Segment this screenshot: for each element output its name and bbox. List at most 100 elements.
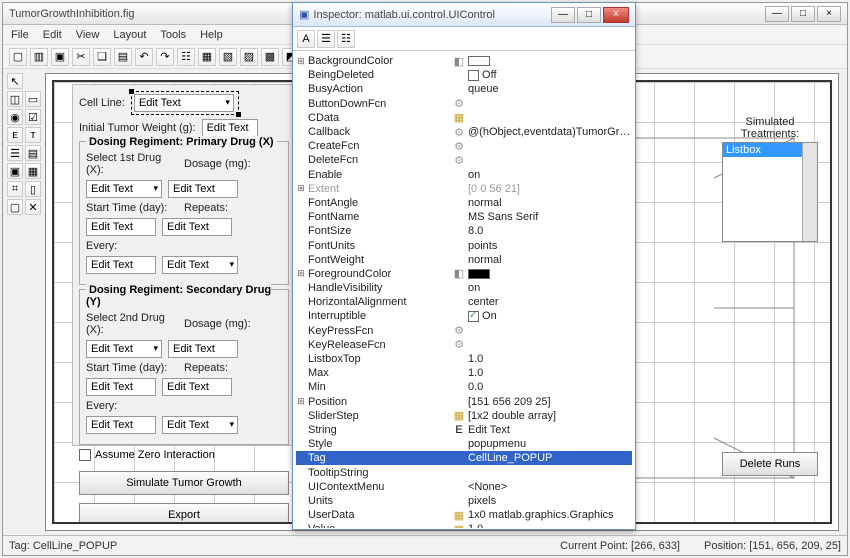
matrix-icon[interactable]: ▦ [452,509,466,522]
grouping-icon[interactable]: ☷ [337,30,355,48]
property-row-deletefcn[interactable]: DeleteFcn⚙ [296,153,632,167]
property-row-sliderstep[interactable]: SliderStep▦[1x2 double array] [296,409,632,423]
property-value[interactable]: 1.0 [466,353,632,365]
inspector-minimize-button[interactable]: — [551,7,575,23]
radio-tool-icon[interactable]: ◉ [7,109,23,125]
gear-icon[interactable]: ⚙ [452,126,466,139]
property-value[interactable]: 1.0 [466,367,632,379]
menu-file[interactable]: File [11,29,29,41]
property-row-min[interactable]: Min0.0 [296,380,632,394]
simulate-button[interactable]: Simulate Tumor Growth [79,471,289,495]
property-value[interactable]: popupmenu [466,438,632,450]
delete-runs-button[interactable]: Delete Runs [722,452,818,476]
tab-order-icon[interactable]: ▧ [219,48,237,66]
property-row-units[interactable]: Unitspixels [296,494,632,508]
menu-tools[interactable]: Tools [160,29,186,41]
matrix-icon[interactable]: ▦ [452,409,466,422]
gear-icon[interactable]: ⚙ [452,140,466,153]
gear-icon[interactable]: ⚙ [452,338,466,351]
expand-icon[interactable]: ⊞ [296,268,306,279]
gear-icon[interactable]: ⚙ [452,97,466,110]
open-icon[interactable]: ▥ [30,48,48,66]
start-time2-field[interactable]: Edit Text [86,378,156,396]
property-row-keypressfcn[interactable]: KeyPressFcn⚙ [296,324,632,338]
property-row-string[interactable]: StringEEdit Text [296,423,632,437]
property-row-fontangle[interactable]: FontAnglenormal [296,196,632,210]
gear-icon[interactable]: ⚙ [452,154,466,167]
property-row-backgroundcolor[interactable]: ⊞BackgroundColor◧ [296,54,632,68]
text-tool-icon[interactable]: ᴛ [25,127,41,143]
property-value[interactable]: [1x2 double array] [466,410,632,422]
property-value[interactable]: Off [466,69,632,81]
treatments-listbox[interactable]: Listbox [722,142,818,242]
property-value[interactable]: Edit Text [466,424,632,436]
property-value[interactable] [466,55,632,67]
property-value[interactable]: 1x0 matlab.graphics.Graphics [466,509,632,521]
repeats1-field[interactable]: Edit Text [162,218,232,236]
checkbox-tool-icon[interactable]: ☑ [25,109,41,125]
string-editor-icon[interactable]: E [452,424,466,436]
activex-tool-icon[interactable]: ✕ [25,199,41,215]
property-row-createfcn[interactable]: CreateFcn⚙ [296,139,632,153]
property-value[interactable]: 8.0 [466,225,632,237]
paint-icon[interactable]: ◧ [452,267,466,280]
gear-icon[interactable]: ⚙ [452,324,466,337]
property-value[interactable]: MS Sans Serif [466,211,632,223]
popup-tool-icon[interactable]: ☰ [7,145,23,161]
panel-tool-icon[interactable]: ▯ [25,181,41,197]
property-row-handlevisibility[interactable]: HandleVisibilityon [296,281,632,295]
property-row-buttondownfcn[interactable]: ButtonDownFcn⚙ [296,97,632,111]
property-row-tooltipstring[interactable]: TooltipString [296,465,632,479]
property-value[interactable]: On [466,310,632,322]
property-row-fontweight[interactable]: FontWeightnormal [296,253,632,267]
property-row-fontname[interactable]: FontNameMS Sans Serif [296,210,632,224]
copy-icon[interactable]: ❏ [93,48,111,66]
slider-tool-icon[interactable]: ▭ [25,91,41,107]
property-row-max[interactable]: Max1.0 [296,366,632,380]
inspector-property-list[interactable]: ⊞BackgroundColor◧BeingDeleted OffBusyAct… [294,52,634,528]
align-icon[interactable]: ☷ [177,48,195,66]
menu-layout[interactable]: Layout [113,29,146,41]
cell-line-popup-selected[interactable]: Edit Text [131,91,239,115]
every1-field[interactable]: Edit Text [86,256,156,274]
property-row-style[interactable]: Stylepopupmenu [296,437,632,451]
matrix-icon[interactable]: ▦ [452,523,466,528]
property-value[interactable]: 1.0 [466,523,632,528]
repeats2-field[interactable]: Edit Text [162,378,232,396]
property-row-fontunits[interactable]: FontUnitspoints [296,238,632,252]
property-row-position[interactable]: ⊞Position[151 656 209 25] [296,395,632,409]
dosage1-field[interactable]: Edit Text [168,180,238,198]
every2-field[interactable]: Edit Text [86,416,156,434]
inspector-maximize-button[interactable]: □ [577,7,601,23]
property-row-uicontextmenu[interactable]: UIContextMenu<None> [296,480,632,494]
property-value[interactable]: queue [466,83,632,95]
property-row-interruptible[interactable]: Interruptible On [296,309,632,323]
property-value[interactable]: on [466,169,632,181]
property-value[interactable]: on [466,282,632,294]
save-icon[interactable]: ▣ [51,48,69,66]
select-tool-icon[interactable]: ↖ [7,73,23,89]
cell-line-popup[interactable]: Edit Text [134,94,234,112]
property-row-fontsize[interactable]: FontSize8.0 [296,224,632,238]
expand-icon[interactable]: ⊞ [296,396,306,407]
maximize-button[interactable]: □ [791,6,815,22]
sort-alpha-icon[interactable]: A [297,30,315,48]
expand-icon[interactable]: ⊞ [296,183,306,194]
property-row-tag[interactable]: TagCellLine_POPUP [296,451,632,465]
property-value[interactable]: [151 656 209 25] [466,396,632,408]
property-value[interactable]: points [466,240,632,252]
inspector-window[interactable]: ▣ Inspector: matlab.ui.control.UIControl… [292,2,636,530]
cut-icon[interactable]: ✂ [72,48,90,66]
buttongroup-tool-icon[interactable]: ▢ [7,199,23,215]
property-row-keyreleasefcn[interactable]: KeyReleaseFcn⚙ [296,338,632,352]
editor-icon[interactable]: ▩ [261,48,279,66]
property-row-beingdeleted[interactable]: BeingDeleted Off [296,68,632,82]
expand-icon[interactable]: ⊞ [296,56,306,67]
matrix-icon[interactable]: ▦ [452,111,466,124]
property-row-extent[interactable]: ⊞Extent[0 0 56 21] [296,182,632,196]
property-row-userdata[interactable]: UserData▦1x0 matlab.graphics.Graphics [296,508,632,522]
property-value[interactable]: normal [466,197,632,209]
inspector-titlebar[interactable]: ▣ Inspector: matlab.ui.control.UIControl… [293,3,635,27]
toolbar-editor-icon[interactable]: ▨ [240,48,258,66]
property-value[interactable]: [0 0 56 21] [466,183,632,195]
